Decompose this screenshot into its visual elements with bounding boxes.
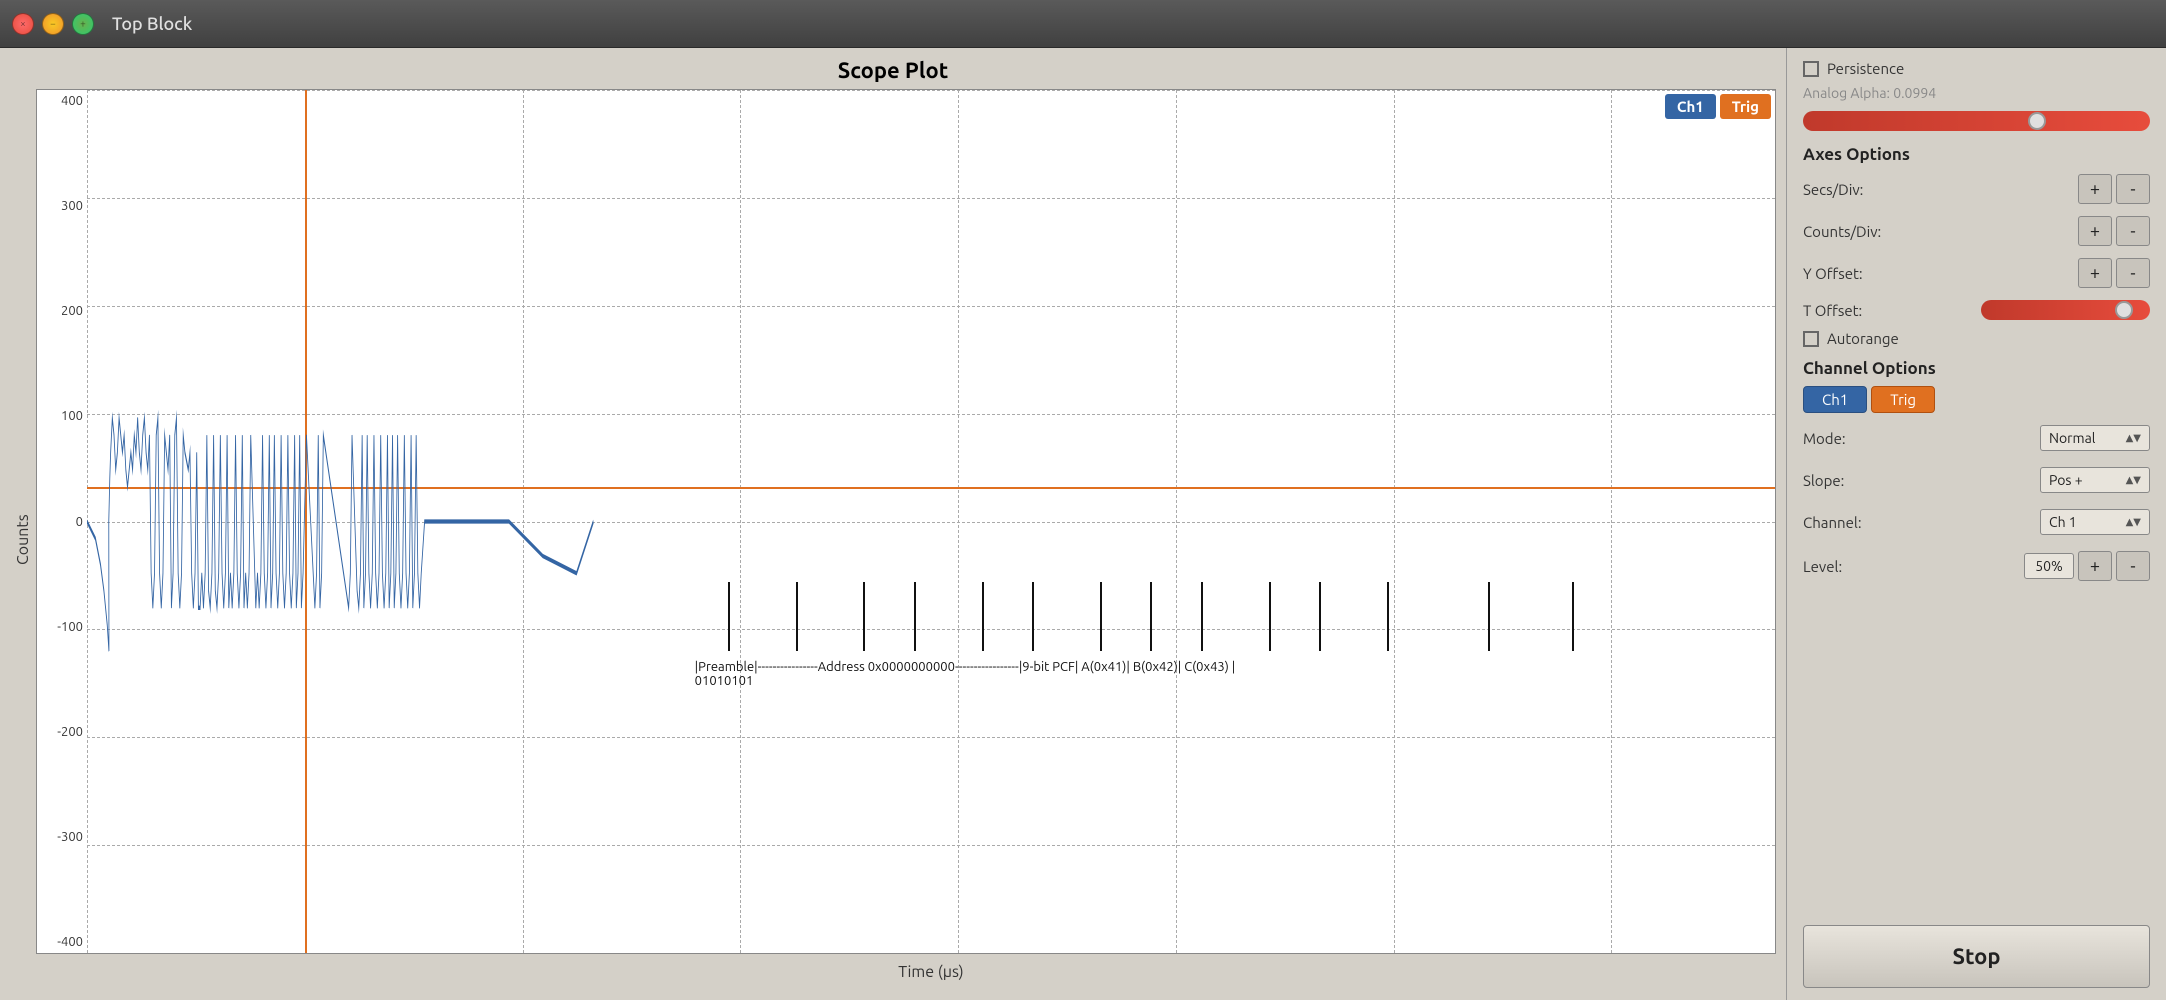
mode-row: Mode: Normal ▲▼ (1803, 421, 2150, 455)
tick-9 (1201, 582, 1203, 651)
channel-select[interactable]: Ch 1 ▲▼ (2040, 509, 2150, 535)
minimize-icon: − (50, 18, 56, 29)
tick-4 (914, 582, 916, 651)
t-offset-thumb[interactable] (2115, 301, 2133, 319)
counts-div-row: Counts/Div: + - (1803, 214, 2150, 248)
channel-tabs: Ch1 Trig (1803, 386, 2150, 413)
chart-inner: |Preamble|----------------Address 0x0000… (87, 90, 1775, 953)
tick-2 (796, 582, 798, 651)
analog-alpha-thumb[interactable] (2028, 112, 2046, 130)
tick-6 (1032, 582, 1034, 651)
y-offset-minus[interactable]: - (2116, 258, 2150, 288)
channel-buttons: Ch1 Trig (1665, 94, 1771, 119)
secs-div-controls: + - (2078, 174, 2150, 204)
slope-select[interactable]: Pos + ▲▼ (2040, 467, 2150, 493)
annotation-text: |Preamble|----------------Address 0x0000… (695, 660, 1236, 688)
window-title: Top Block (112, 14, 192, 34)
mode-label: Mode: (1803, 430, 2040, 447)
mode-select[interactable]: Normal ▲▼ (2040, 425, 2150, 451)
tab-ch1[interactable]: Ch1 (1803, 386, 1867, 413)
y-offset-plus[interactable]: + (2078, 258, 2112, 288)
window-controls: × − + (12, 13, 94, 35)
persistence-checkbox[interactable] (1803, 61, 1819, 77)
y-offset-label: Y Offset: (1803, 265, 2078, 282)
title-bar: × − + Top Block (0, 0, 2166, 48)
slope-row: Slope: Pos + ▲▼ (1803, 463, 2150, 497)
tick-10 (1269, 582, 1271, 651)
chart-wrapper: 400 300 200 100 0 -100 -200 -300 -400 (36, 89, 1776, 954)
y-offset-row: Y Offset: + - (1803, 256, 2150, 290)
channel-arrow: ▲▼ (2126, 516, 2141, 528)
t-offset-row: T Offset: (1803, 298, 2150, 322)
tab-trig[interactable]: Trig (1871, 386, 1935, 413)
plot-area: Scope Plot Counts 400 300 200 100 0 -100… (0, 48, 1786, 1000)
plot-container: Counts 400 300 200 100 0 -100 -200 -300 … (10, 89, 1776, 990)
level-minus[interactable]: - (2116, 551, 2150, 581)
x-axis-area: Time (μs) (36, 954, 1776, 990)
analog-alpha-label: Analog Alpha: 0.0994 (1803, 85, 2150, 101)
counts-div-plus[interactable]: + (2078, 216, 2112, 246)
plot-inner: 400 300 200 100 0 -100 -200 -300 -400 (36, 89, 1776, 990)
main-content: Scope Plot Counts 400 300 200 100 0 -100… (0, 48, 2166, 1000)
channel-row: Channel: Ch 1 ▲▼ (1803, 505, 2150, 539)
tick-5 (982, 582, 984, 651)
channel-label: Channel: (1803, 514, 2040, 531)
persistence-row: Persistence (1803, 60, 2150, 77)
y-axis-label: Counts (10, 89, 36, 990)
level-value: 50% (2024, 553, 2074, 579)
slope-label: Slope: (1803, 472, 2040, 489)
plot-title: Scope Plot (10, 58, 1776, 83)
persistence-label: Persistence (1827, 60, 1904, 77)
tick-1 (728, 582, 730, 651)
tick-7 (1100, 582, 1102, 651)
waveform-svg (87, 90, 1775, 953)
sidebar: Persistence Analog Alpha: 0.0994 Axes Op… (1786, 48, 2166, 1000)
axes-options-title: Axes Options (1803, 145, 2150, 164)
close-icon: × (20, 18, 26, 29)
level-row: Level: 50% + - (1803, 547, 2150, 585)
level-controls: 50% + - (2024, 551, 2150, 581)
slope-value: Pos + (2049, 472, 2083, 488)
analog-alpha-slider[interactable] (1803, 111, 2150, 131)
tick-11 (1319, 582, 1321, 651)
minimize-button[interactable]: − (42, 13, 64, 35)
tick-14 (1572, 582, 1574, 651)
x-axis-label: Time (μs) (86, 963, 1776, 981)
ch1-plot-button[interactable]: Ch1 (1665, 94, 1716, 119)
level-label: Level: (1803, 558, 2024, 575)
stop-button[interactable]: Stop (1803, 925, 2150, 988)
y-offset-controls: + - (2078, 258, 2150, 288)
t-offset-label: T Offset: (1803, 302, 1973, 319)
autorange-label: Autorange (1827, 330, 1899, 347)
close-button[interactable]: × (12, 13, 34, 35)
tick-3 (863, 582, 865, 651)
grid-h-8 (87, 953, 1775, 954)
channel-value: Ch 1 (2049, 514, 2077, 530)
secs-div-plus[interactable]: + (2078, 174, 2112, 204)
tick-13 (1488, 582, 1490, 651)
mode-value: Normal (2049, 430, 2095, 446)
counts-div-controls: + - (2078, 216, 2150, 246)
counts-div-minus[interactable]: - (2116, 216, 2150, 246)
autorange-row: Autorange (1803, 330, 2150, 347)
level-plus[interactable]: + (2078, 551, 2112, 581)
secs-div-row: Secs/Div: + - (1803, 172, 2150, 206)
tick-8 (1150, 582, 1152, 651)
maximize-button[interactable]: + (72, 13, 94, 35)
tick-12 (1387, 582, 1389, 651)
t-offset-slider[interactable] (1981, 300, 2151, 320)
autorange-checkbox[interactable] (1803, 331, 1819, 347)
trig-plot-button[interactable]: Trig (1720, 94, 1771, 119)
maximize-icon: + (80, 18, 86, 29)
y-axis-labels: 400 300 200 100 0 -100 -200 -300 -400 (37, 90, 87, 953)
mode-arrow: ▲▼ (2126, 432, 2141, 444)
slope-arrow: ▲▼ (2126, 474, 2141, 486)
channel-options-title: Channel Options (1803, 359, 2150, 378)
counts-div-label: Counts/Div: (1803, 223, 2078, 240)
secs-div-minus[interactable]: - (2116, 174, 2150, 204)
secs-div-label: Secs/Div: (1803, 181, 2078, 198)
